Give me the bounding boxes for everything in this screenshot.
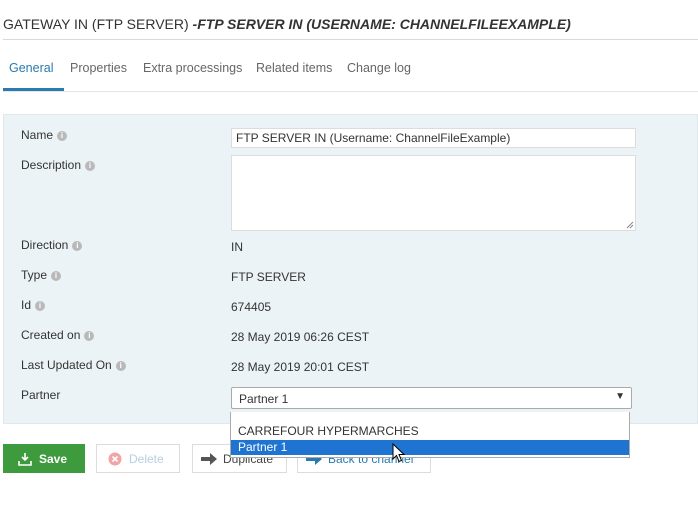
- type-value: FTP SERVER: [231, 270, 306, 284]
- partner-select-value: Partner 1: [239, 392, 289, 406]
- dropdown-option-selected[interactable]: Partner 1: [231, 440, 629, 455]
- type-label: Type i: [21, 268, 62, 282]
- save-button[interactable]: Save: [3, 444, 85, 473]
- created-on-label: Created on i: [21, 328, 95, 342]
- page-header: GATEWAY IN (FTP SERVER) -FTP SERVER IN (…: [3, 0, 698, 40]
- direction-value: IN: [231, 240, 243, 254]
- page-title-sub: -FTP SERVER IN (USERNAME: CHANNELFILEEXA…: [192, 16, 571, 32]
- name-input[interactable]: [231, 128, 636, 148]
- description-label: Description i: [21, 158, 96, 172]
- save-icon: [18, 453, 32, 466]
- tab-properties[interactable]: Properties: [70, 61, 127, 75]
- page-title-main: GATEWAY IN (FTP SERVER): [3, 16, 193, 32]
- resize-grip-icon[interactable]: [624, 219, 634, 229]
- info-icon[interactable]: i: [51, 271, 62, 281]
- info-icon[interactable]: i: [115, 361, 126, 371]
- page-title: GATEWAY IN (FTP SERVER) -FTP SERVER IN (…: [3, 16, 571, 32]
- last-updated-value: 28 May 2019 20:01 CEST: [231, 360, 370, 374]
- description-label-text: Description: [21, 158, 82, 172]
- id-label-text: Id: [21, 298, 32, 312]
- info-icon[interactable]: i: [72, 241, 83, 251]
- partner-label: Partner: [21, 388, 61, 402]
- description-textarea[interactable]: [231, 155, 636, 231]
- delete-label: Delete: [129, 452, 164, 466]
- tab-general[interactable]: General: [9, 61, 53, 75]
- dropdown-arrow-icon: ▼: [615, 391, 625, 402]
- tab-related-items[interactable]: Related items: [256, 61, 332, 75]
- direction-label-text: Direction: [21, 238, 69, 252]
- id-label: Id i: [21, 298, 46, 312]
- tab-bar: General Properties Extra processings Rel…: [3, 50, 698, 92]
- id-value: 674405: [231, 300, 272, 314]
- last-updated-label-text: Last Updated On: [21, 358, 112, 372]
- general-form: Namei Descriptioni Directioni IN Typei F…: [3, 114, 698, 424]
- name-label: Name i: [21, 128, 68, 142]
- name-label-text: Name: [21, 128, 54, 142]
- direction-label: Direction i: [21, 238, 83, 252]
- info-icon[interactable]: i: [35, 301, 46, 311]
- info-icon[interactable]: i: [57, 131, 68, 141]
- active-tab-indicator: [3, 88, 64, 91]
- partner-dropdown-list: CARREFOUR HYPERMARCHES Partner 1: [230, 412, 630, 458]
- tab-extra-processings[interactable]: Extra processings: [143, 61, 242, 75]
- info-icon[interactable]: i: [85, 161, 96, 171]
- delete-button[interactable]: Delete: [96, 444, 180, 473]
- last-updated-label: Last Updated On i: [21, 358, 126, 372]
- mouse-cursor-icon: [392, 443, 406, 463]
- type-label-text: Type: [21, 268, 48, 282]
- dropdown-option[interactable]: CARREFOUR HYPERMARCHES: [231, 424, 629, 439]
- partner-select[interactable]: Partner 1 ▼: [231, 387, 632, 409]
- created-on-value: 28 May 2019 06:26 CEST: [231, 330, 370, 344]
- save-label: Save: [39, 452, 68, 466]
- created-on-label-text: Created on: [21, 328, 81, 342]
- info-icon[interactable]: i: [84, 331, 95, 341]
- tab-change-log[interactable]: Change log: [347, 61, 411, 75]
- delete-icon: [108, 452, 122, 466]
- arrow-right-icon: [201, 453, 217, 465]
